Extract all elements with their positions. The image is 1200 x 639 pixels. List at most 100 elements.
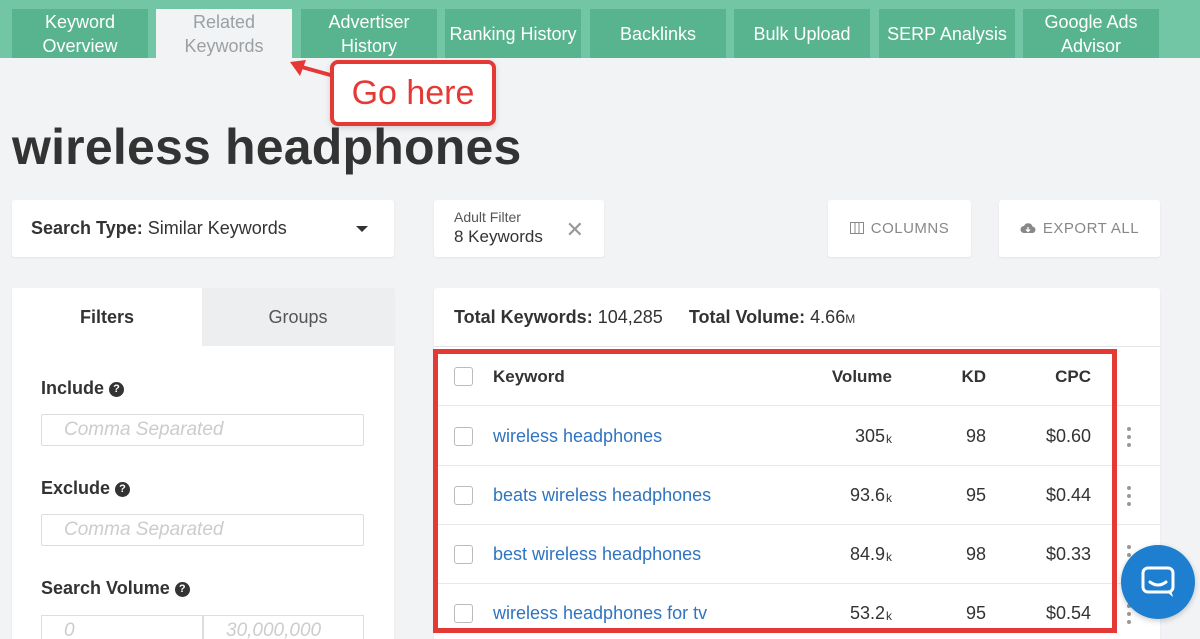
- volume-cell: 93.6 k: [850, 466, 892, 525]
- include-label: Include?: [41, 378, 125, 399]
- search-volume-label: Search Volume?: [41, 578, 190, 599]
- exclude-input[interactable]: Comma Separated: [41, 514, 364, 546]
- volume-unit: k: [886, 608, 892, 623]
- tab-label: History: [340, 35, 397, 56]
- tab-related-keywords[interactable]: Related Keywords: [156, 9, 292, 58]
- chat-icon: [1141, 566, 1175, 597]
- table-header-row: Keyword Volume KD CPC: [434, 347, 1160, 406]
- kd-cell: 95: [965, 485, 986, 505]
- volume-cell: 84.9 k: [850, 525, 892, 584]
- filters-tabs: Filters Groups: [12, 288, 394, 346]
- cloud-download-icon: [1020, 221, 1036, 237]
- keyword-link[interactable]: wireless headphones for tv: [493, 603, 707, 624]
- caret-down-icon: [356, 226, 368, 232]
- tab-serp-analysis[interactable]: SERP Analysis: [879, 9, 1015, 58]
- totals-summary: Total Keywords: 104,285 Total Volume: 4.…: [454, 307, 855, 328]
- include-label-text: Include: [41, 378, 105, 398]
- volume-value: 84.9: [849, 544, 885, 564]
- question-circle-icon[interactable]: ?: [109, 382, 125, 397]
- top-tab-bar: Keyword Overview Related Keywords Advertis…: [0, 0, 1200, 58]
- tab-label: Ranking History: [449, 23, 577, 44]
- tab-label: Keywords: [184, 35, 264, 56]
- select-all-checkbox[interactable]: [454, 367, 473, 386]
- tab-filters[interactable]: Filters: [12, 288, 202, 346]
- volume-cell: 305 k: [855, 407, 892, 466]
- columns-label: COLUMNS: [870, 220, 950, 237]
- table-row: best wireless headphones 84.9 k 98 $0.33: [434, 525, 1160, 584]
- adult-filter-chip[interactable]: Adult Filter 8 Keywords ✕: [434, 200, 604, 257]
- chat-button[interactable]: [1121, 545, 1195, 619]
- tab-label: Advertiser: [328, 11, 410, 32]
- header-kd[interactable]: KD: [961, 347, 986, 406]
- tab-label: Google Ads: [1044, 11, 1138, 32]
- search-type-label: Search Type:: [31, 218, 143, 238]
- tab-label: Bulk Upload: [753, 23, 851, 44]
- filters-panel: Filters Groups Include? Comma Separated …: [12, 288, 394, 639]
- more-options-icon[interactable]: [1126, 427, 1132, 447]
- table-row: wireless headphones 305 k 98 $0.60: [434, 407, 1160, 466]
- row-checkbox[interactable]: [454, 427, 473, 446]
- export-all-label: EXPORT ALL: [1042, 220, 1140, 237]
- volume-unit: k: [886, 549, 892, 564]
- question-circle-icon[interactable]: ?: [115, 482, 131, 497]
- keyword-link[interactable]: best wireless headphones: [493, 544, 701, 565]
- volume-value: 305: [854, 426, 885, 446]
- volume-unit: k: [886, 490, 892, 505]
- search-volume-label-text: Search Volume: [41, 578, 170, 598]
- question-circle-icon[interactable]: ?: [174, 582, 190, 597]
- header-volume[interactable]: Volume: [832, 347, 892, 406]
- kd-cell: 98: [965, 544, 986, 564]
- volume-value: 93.6: [849, 485, 885, 505]
- tab-groups[interactable]: Groups: [202, 288, 394, 346]
- tab-label: Backlinks: [619, 23, 697, 44]
- total-volume-unit: M: [845, 312, 856, 326]
- tab-ranking-history[interactable]: Ranking History: [445, 9, 581, 58]
- tab-google-ads-advisor[interactable]: Google Ads Advisor: [1023, 9, 1159, 58]
- volume-value: 53.2: [849, 603, 885, 623]
- volume-unit: k: [886, 431, 892, 446]
- total-volume-value: 4.66: [810, 307, 846, 327]
- include-input[interactable]: Comma Separated: [41, 414, 364, 446]
- cpc-cell: $0.44: [1045, 485, 1091, 505]
- header-cpc[interactable]: CPC: [1055, 347, 1091, 406]
- kd-cell: 95: [965, 603, 986, 623]
- total-keywords-value: 104,285: [597, 307, 663, 327]
- columns-icon: [849, 221, 864, 237]
- keyword-link[interactable]: wireless headphones: [493, 426, 662, 447]
- search-volume-max-input[interactable]: 30,000,000: [203, 615, 364, 639]
- table-row: wireless headphones for tv 53.2 k 95 $0.5…: [434, 584, 1160, 639]
- annotation-callout: Go here: [330, 60, 496, 126]
- page-title: wireless headphones: [12, 119, 522, 175]
- tab-keyword-overview[interactable]: Keyword Overview: [12, 9, 148, 58]
- tab-label: SERP Analysis: [887, 23, 1007, 44]
- row-checkbox[interactable]: [454, 486, 473, 505]
- row-checkbox[interactable]: [454, 604, 473, 623]
- tab-label: Overview: [42, 35, 118, 56]
- more-options-icon[interactable]: [1126, 486, 1132, 506]
- tab-label: Related: [192, 11, 256, 32]
- tab-label: Advisor: [1060, 35, 1121, 56]
- columns-button[interactable]: COLUMNS: [828, 200, 971, 257]
- header-keyword[interactable]: Keyword: [493, 347, 565, 406]
- cpc-cell: $0.54: [1045, 603, 1091, 623]
- volume-cell: 53.2 k: [850, 584, 892, 639]
- results-panel: Total Keywords: 104,285 Total Volume: 4.…: [434, 288, 1160, 639]
- tab-bulk-upload[interactable]: Bulk Upload: [734, 9, 870, 58]
- cpc-cell: $0.60: [1045, 426, 1091, 446]
- table-row: beats wireless headphones 93.6 k 95 $0.44: [434, 466, 1160, 525]
- search-type-dropdown[interactable]: Search Type: Similar Keywords: [12, 200, 394, 257]
- total-volume-label: Total Volume:: [688, 307, 806, 327]
- tab-label: Keyword: [44, 11, 115, 32]
- row-checkbox[interactable]: [454, 545, 473, 564]
- exclude-label-text: Exclude: [41, 478, 111, 498]
- tab-backlinks[interactable]: Backlinks: [590, 9, 726, 58]
- search-volume-min-input[interactable]: 0: [41, 615, 203, 639]
- cpc-cell: $0.33: [1045, 544, 1091, 564]
- keyword-link[interactable]: beats wireless headphones: [493, 485, 711, 506]
- tab-advertiser-history[interactable]: Advertiser History: [301, 9, 437, 58]
- kd-cell: 98: [965, 426, 986, 446]
- total-keywords-label: Total Keywords:: [454, 307, 593, 327]
- export-all-button[interactable]: EXPORT ALL: [999, 200, 1160, 257]
- close-icon[interactable]: ✕: [566, 217, 584, 243]
- exclude-label: Exclude?: [41, 478, 131, 499]
